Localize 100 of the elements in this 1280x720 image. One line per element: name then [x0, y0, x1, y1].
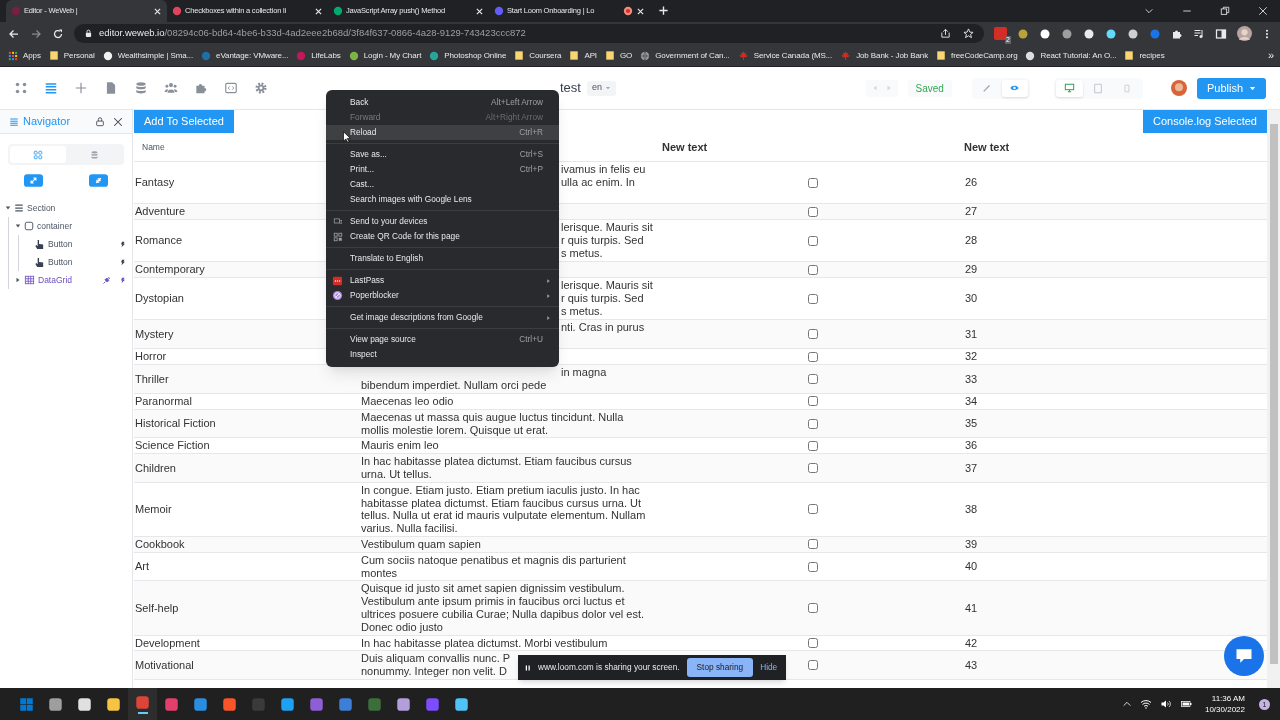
wifi-icon[interactable] [1139, 698, 1152, 710]
checkbox[interactable] [808, 206, 818, 217]
checkbox[interactable] [808, 440, 818, 451]
hide-button[interactable]: Hide [760, 661, 778, 674]
avatar-icon[interactable] [1170, 80, 1187, 96]
battery-icon[interactable] [1179, 698, 1193, 710]
bookmark-link[interactable]: Personal [63, 49, 95, 62]
bookmark-link[interactable]: Apps [23, 49, 41, 62]
checkbox[interactable] [808, 264, 818, 275]
playlist-icon[interactable] [1193, 27, 1205, 40]
bookmark-link[interactable]: Wealthsimple | Sma... [117, 49, 194, 62]
page-icon[interactable] [104, 81, 118, 95]
expand-button-icon[interactable] [24, 174, 43, 187]
menu-item[interactable]: Create QR Code for this page [326, 229, 559, 244]
checkbox[interactable] [808, 177, 818, 188]
share-icon[interactable] [940, 28, 951, 39]
more-bookmarks[interactable]: » [1267, 47, 1274, 64]
bookmark-link[interactable]: Coursera [529, 49, 562, 62]
bookmark-link[interactable]: Service Canada (MS... [753, 49, 833, 62]
menu-item[interactable]: Poperblocker [326, 288, 559, 303]
forward-icon[interactable] [30, 27, 42, 40]
bookmark-link[interactable]: LifeLabs [311, 49, 341, 62]
bookmark-link[interactable]: eVantage: VMware... [216, 49, 289, 62]
table-cell: 26 [964, 176, 978, 189]
scrollbar[interactable] [1267, 110, 1280, 688]
checkbox[interactable] [808, 374, 818, 384]
checkbox[interactable] [808, 561, 818, 572]
address-bar[interactable]: editor.weweb.io/08294c06-bd64-4be6-b33d-4ad2eee2b68d/3f84f637-0866-4a28-9129-743423ccc872 [74, 24, 984, 43]
checkbox[interactable] [808, 418, 818, 429]
new-tab-icon[interactable] [658, 5, 669, 16]
tree-item[interactable]: Button [48, 237, 73, 251]
menu-item[interactable]: Translate to English [326, 251, 559, 266]
checkbox[interactable] [808, 637, 818, 648]
bookmark-link[interactable]: freeCodeCamp.org [951, 49, 1018, 62]
checkbox[interactable] [808, 235, 818, 246]
collapse-button-icon[interactable] [89, 174, 108, 187]
menu-item[interactable]: Save as... Ctrl+S [326, 147, 559, 162]
users-icon[interactable] [164, 81, 178, 95]
bookmark-link[interactable]: Login - My Chart [363, 49, 422, 62]
chevron-up-icon[interactable] [1121, 699, 1132, 709]
extension-icon[interactable] [1083, 27, 1095, 40]
grid-icon[interactable] [14, 81, 28, 95]
preview-mode-button[interactable] [1001, 79, 1028, 97]
star-icon[interactable] [963, 28, 974, 39]
code-icon[interactable] [224, 81, 238, 95]
volume-icon[interactable] [1159, 698, 1172, 710]
checkbox[interactable] [808, 660, 818, 671]
bookmark-link[interactable]: recipes [1139, 49, 1165, 62]
menu-item[interactable]: Send to your devices [326, 214, 559, 229]
checkbox[interactable] [808, 329, 818, 339]
menu-item[interactable]: LastPass [326, 273, 559, 288]
expand-arrow-icon[interactable] [15, 277, 21, 283]
close-icon[interactable] [113, 116, 123, 127]
checkbox[interactable] [808, 504, 818, 515]
lock-icon [84, 29, 93, 38]
menu-item[interactable]: Back Alt+Left Arrow [326, 95, 559, 110]
tree-item[interactable]: Section [27, 201, 56, 215]
back-icon[interactable] [8, 27, 20, 40]
side-panel-icon[interactable] [1215, 27, 1227, 40]
settings-icon[interactable] [254, 81, 268, 95]
windows-app-icon[interactable] [19, 696, 34, 712]
checkbox[interactable] [808, 463, 818, 473]
checkbox[interactable] [808, 351, 818, 362]
bookmark-link[interactable]: GO [620, 49, 633, 62]
extension-icon[interactable] [1127, 27, 1139, 40]
extension-icon[interactable] [1039, 27, 1051, 40]
restore-icon[interactable] [1220, 6, 1230, 16]
extension-icon[interactable] [1105, 27, 1117, 40]
tree-item[interactable]: DataGrid [38, 273, 72, 287]
checkbox[interactable] [808, 293, 818, 304]
menu-item[interactable]: Search images with Google Lens [326, 192, 559, 207]
stop-sharing-button[interactable]: Stop sharing [686, 658, 754, 677]
database-icon[interactable] [134, 81, 148, 95]
language-select[interactable]: en [586, 80, 616, 96]
checkbox[interactable] [808, 539, 818, 550]
list-icon[interactable] [44, 81, 58, 95]
tree-item[interactable]: Button [48, 255, 73, 269]
checkbox[interactable] [808, 396, 818, 407]
collapse-arrow-icon[interactable] [15, 223, 21, 229]
menu-item[interactable]: View page source Ctrl+U [326, 332, 559, 347]
table-cell: 40 [964, 560, 978, 573]
bookmark-link[interactable]: Government of Can... [655, 49, 730, 62]
menu-item[interactable]: Reload Ctrl+R [326, 125, 559, 140]
bookmark-link[interactable]: Photoshop Online [444, 49, 507, 62]
bookmark-link[interactable]: React Tutorial: An O... [1040, 49, 1117, 62]
bookmark-link[interactable]: API [584, 49, 597, 62]
menu-item[interactable]: Inspect [326, 347, 559, 362]
tree-item[interactable]: container [37, 219, 72, 233]
collapse-arrow-icon[interactable] [5, 205, 11, 211]
desktop-view-button[interactable] [1055, 79, 1083, 97]
avatar-icon[interactable] [1237, 26, 1252, 41]
lock-icon[interactable] [95, 116, 105, 127]
chevron-down-icon[interactable] [1144, 6, 1154, 16]
bookmark-link[interactable]: Job Bank - Job Bank [856, 49, 929, 62]
reload-icon[interactable] [52, 27, 64, 40]
menu-item[interactable]: Get image descriptions from Google [326, 310, 559, 325]
menu-item[interactable]: Cast... [326, 177, 559, 192]
menu-item[interactable]: Print... Ctrl+P [326, 162, 559, 177]
table-cell: 42 [964, 636, 978, 650]
checkbox[interactable] [808, 602, 818, 613]
